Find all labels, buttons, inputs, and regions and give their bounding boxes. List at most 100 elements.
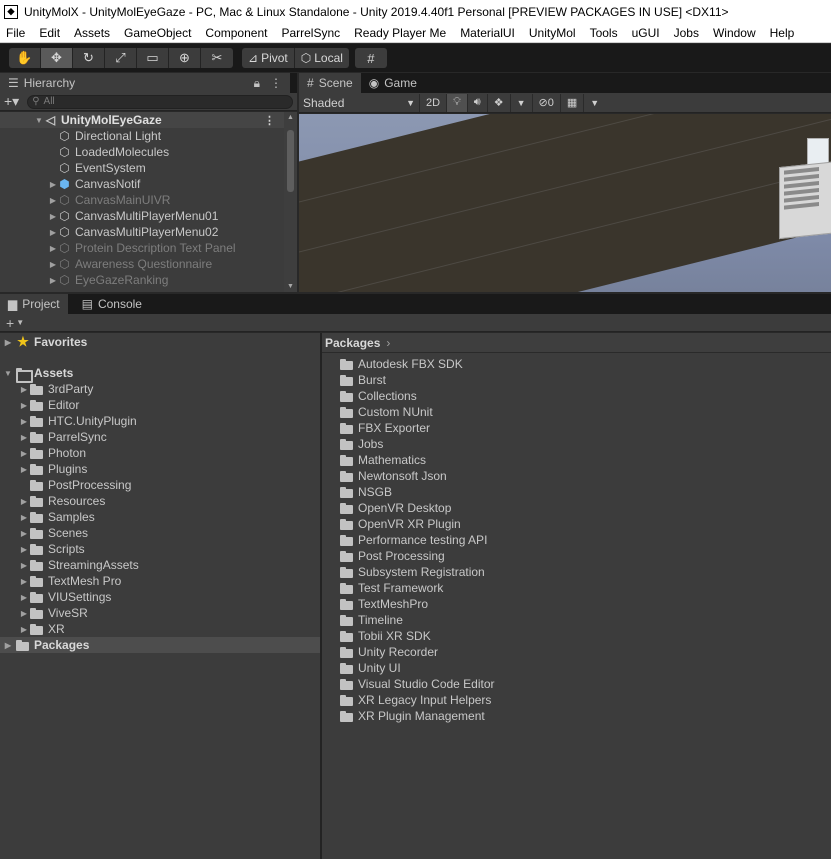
tab-game[interactable]: ◉ Game xyxy=(361,73,425,93)
gizmo-grid-icon[interactable]: ▦ xyxy=(559,93,583,112)
assets-row[interactable]: ▼ Assets xyxy=(0,365,320,383)
favorites-row[interactable]: ▶ ★ Favorites xyxy=(0,334,320,350)
expand-arrow-icon[interactable]: ▶ xyxy=(48,180,58,189)
package-item[interactable]: Autodesk FBX SDK xyxy=(322,356,831,372)
package-item[interactable]: Mathematics xyxy=(322,452,831,468)
scene-viewport[interactable] xyxy=(299,114,831,292)
effects-dropdown-icon[interactable]: ▼ xyxy=(509,93,532,112)
expand-arrow-icon[interactable]: ▶ xyxy=(48,228,58,237)
expand-arrow-icon[interactable]: ▶ xyxy=(18,545,30,554)
hierarchy-item[interactable]: ▶ ⬡ Protein Description Text Panel xyxy=(0,240,297,256)
menu-materialui[interactable]: MaterialUI xyxy=(453,26,522,40)
folder-row[interactable]: ▶ ParrelSync xyxy=(0,429,320,445)
expand-arrow-icon[interactable]: ▶ xyxy=(18,625,30,634)
tab-project[interactable]: ▆ Project xyxy=(0,294,68,314)
package-item[interactable]: Performance testing API xyxy=(322,532,831,548)
menu-window[interactable]: Window xyxy=(706,26,763,40)
expand-arrow-icon[interactable]: ▶ xyxy=(18,385,30,394)
package-item[interactable]: OpenVR Desktop xyxy=(322,500,831,516)
package-item[interactable]: XR Plugin Management xyxy=(322,708,831,724)
expand-arrow-icon[interactable]: ▶ xyxy=(18,609,30,618)
scrollbar-thumb[interactable] xyxy=(287,130,294,192)
hierarchy-item[interactable]: ▶ ⬡ CanvasMultiPlayerMenu01 xyxy=(0,208,297,224)
hierarchy-item[interactable]: ▶ ⬢ CanvasNotif xyxy=(0,176,297,192)
package-item[interactable]: OpenVR XR Plugin xyxy=(322,516,831,532)
folder-row[interactable]: ▶ 3rdParty xyxy=(0,381,320,397)
expand-arrow-icon[interactable]: ▶ xyxy=(18,497,30,506)
package-item[interactable]: XR Legacy Input Helpers xyxy=(322,692,831,708)
grid-snap-icon[interactable]: # xyxy=(354,48,387,68)
collapse-arrow-icon[interactable]: ▼ xyxy=(34,116,44,125)
expand-arrow-icon[interactable]: ▶ xyxy=(48,260,58,269)
folder-row[interactable]: ▶ Samples xyxy=(0,509,320,525)
effects-toggle-icon[interactable]: ❖ xyxy=(486,93,510,112)
folder-row[interactable]: PostProcessing xyxy=(0,477,320,493)
scale-tool-icon[interactable]: ⤢ xyxy=(105,48,137,68)
scene-root-row[interactable]: ▼ ◁ UnityMolEyeGaze ⋮ xyxy=(0,112,297,128)
hierarchy-item[interactable]: ⬡ Directional Light xyxy=(0,128,297,144)
folder-row[interactable]: ▶ Scenes xyxy=(0,525,320,541)
hierarchy-item[interactable]: ⬡ EventSystem xyxy=(0,160,297,176)
folder-row[interactable]: ▶ Editor xyxy=(0,397,320,413)
package-item[interactable]: NSGB xyxy=(322,484,831,500)
package-item[interactable]: FBX Exporter xyxy=(322,420,831,436)
expand-arrow-icon[interactable]: ▶ xyxy=(18,465,30,474)
tab-console[interactable]: ▤ Console xyxy=(68,294,150,314)
expand-arrow-icon[interactable]: ▶ xyxy=(48,212,58,221)
menu-ready-player-me[interactable]: Ready Player Me xyxy=(347,26,453,40)
tab-menu-icon[interactable]: ⋮ xyxy=(270,76,282,91)
hierarchy-item[interactable]: ▶ ⬡ CanvasMainUIVR xyxy=(0,192,297,208)
rotate-tool-icon[interactable]: ↻ xyxy=(73,48,105,68)
expand-arrow-icon[interactable]: ▶ xyxy=(0,338,16,347)
tab-hierarchy[interactable]: ☰ Hierarchy 🔒︎ ⋮ xyxy=(0,73,290,93)
expand-arrow-icon[interactable]: ▶ xyxy=(18,513,30,522)
menu-component[interactable]: Component xyxy=(198,26,274,40)
hierarchy-item[interactable]: ▶ ⬡ Awareness Questionnaire xyxy=(0,256,297,272)
package-item[interactable]: Test Framework xyxy=(322,580,831,596)
package-item[interactable]: Custom NUnit xyxy=(322,404,831,420)
hierarchy-item[interactable]: ▶ ⬡ EyeGazeRanking xyxy=(0,272,297,288)
expand-arrow-icon[interactable]: ▶ xyxy=(18,417,30,426)
collapse-arrow-icon[interactable]: ▼ xyxy=(0,369,16,378)
package-item[interactable]: Timeline xyxy=(322,612,831,628)
folder-row[interactable]: ▶ XR xyxy=(0,621,320,637)
folder-row[interactable]: ▶ Scripts xyxy=(0,541,320,557)
shading-mode-dropdown[interactable]: Shaded ▼ xyxy=(299,94,419,112)
hand-tool-icon[interactable]: ✋ xyxy=(9,48,41,68)
expand-arrow-icon[interactable]: ▶ xyxy=(18,577,30,586)
menu-assets[interactable]: Assets xyxy=(67,26,117,40)
menu-file[interactable]: File xyxy=(0,26,32,40)
transform-tool-icon[interactable]: ⊕ xyxy=(169,48,201,68)
expand-arrow-icon[interactable]: ▶ xyxy=(18,401,30,410)
package-item[interactable]: Burst xyxy=(322,372,831,388)
package-item[interactable]: Tobii XR SDK xyxy=(322,628,831,644)
expand-arrow-icon[interactable]: ▶ xyxy=(0,641,16,650)
folder-row[interactable]: ▶ Resources xyxy=(0,493,320,509)
rect-tool-icon[interactable]: ▭ xyxy=(137,48,169,68)
menu-parrelsync[interactable]: ParrelSync xyxy=(274,26,347,40)
expand-arrow-icon[interactable]: ▶ xyxy=(18,433,30,442)
audio-toggle-icon[interactable]: 🔊︎ xyxy=(466,93,487,112)
package-item[interactable]: Subsystem Registration xyxy=(322,564,831,580)
custom-tool-icon[interactable]: ✂ xyxy=(201,48,233,68)
folder-row[interactable]: ▶ HTC.UnityPlugin xyxy=(0,413,320,429)
package-item[interactable]: Visual Studio Code Editor xyxy=(322,676,831,692)
package-item[interactable]: Post Processing xyxy=(322,548,831,564)
expand-arrow-icon[interactable]: ▶ xyxy=(18,449,30,458)
2d-toggle-button[interactable]: 2D xyxy=(419,93,446,112)
folder-row[interactable]: ▶ TextMesh Pro xyxy=(0,573,320,589)
packages-row[interactable]: ▶ Packages xyxy=(0,637,320,653)
scene-visibility-button[interactable]: ⊘ 0 xyxy=(531,93,560,112)
scroll-down-icon[interactable]: ▼ xyxy=(287,283,294,290)
scene-menu-icon[interactable]: ⋮ xyxy=(264,114,275,127)
expand-arrow-icon[interactable]: ▶ xyxy=(18,561,30,570)
hierarchy-search-input[interactable]: ⚲ All xyxy=(27,94,293,109)
folder-row[interactable]: ▶ VIUSettings xyxy=(0,589,320,605)
package-item[interactable]: Unity UI xyxy=(322,660,831,676)
chevron-down-icon[interactable]: ▼ xyxy=(16,318,24,327)
scroll-up-icon[interactable]: ▲ xyxy=(287,114,294,121)
folder-row[interactable]: ▶ ViveSR xyxy=(0,605,320,621)
expand-arrow-icon[interactable]: ▶ xyxy=(18,593,30,602)
package-item[interactable]: Collections xyxy=(322,388,831,404)
menu-help[interactable]: Help xyxy=(763,26,802,40)
